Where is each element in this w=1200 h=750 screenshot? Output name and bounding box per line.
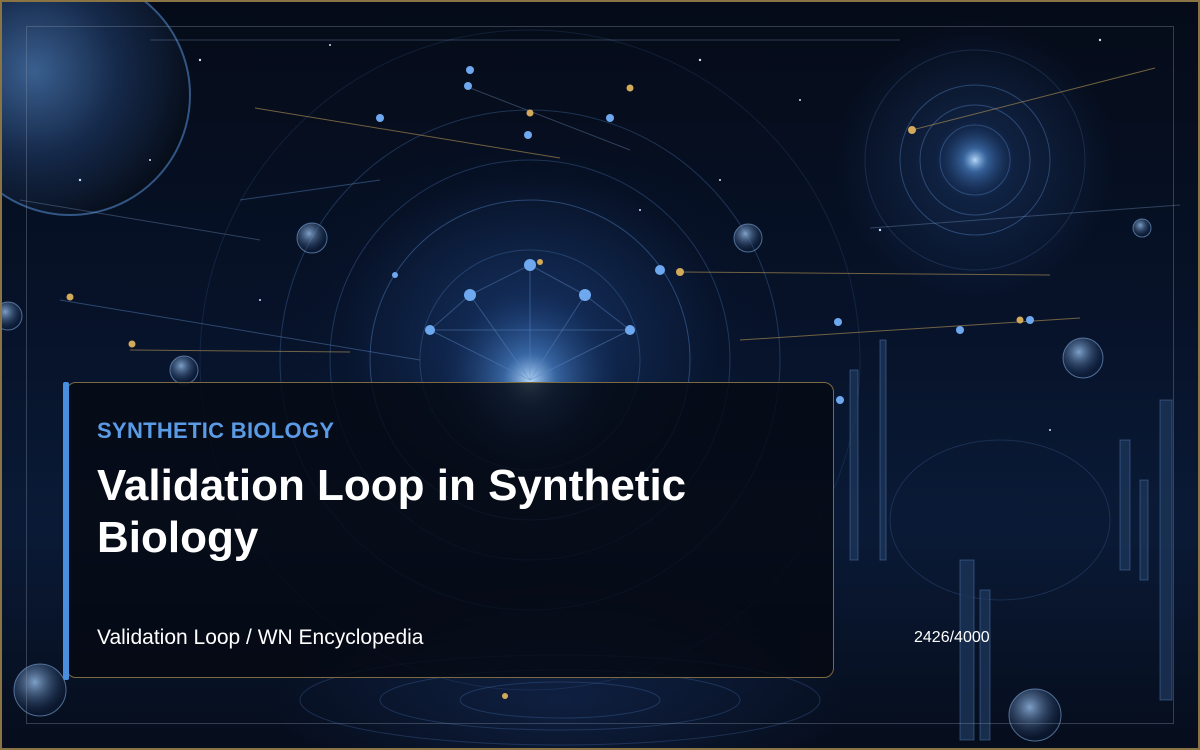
entry-counter: 2426/4000 <box>914 629 990 646</box>
subtitle: Validation Loop / WN Encyclopedia <box>97 626 424 649</box>
page-title: Validation Loop in Synthetic Biology <box>97 461 687 562</box>
slide: SYNTHETIC BIOLOGY Validation Loop in Syn… <box>0 0 1200 750</box>
planet-shape <box>0 0 190 215</box>
category-label: SYNTHETIC BIOLOGY <box>97 418 335 443</box>
card-accent-bar <box>63 382 69 680</box>
